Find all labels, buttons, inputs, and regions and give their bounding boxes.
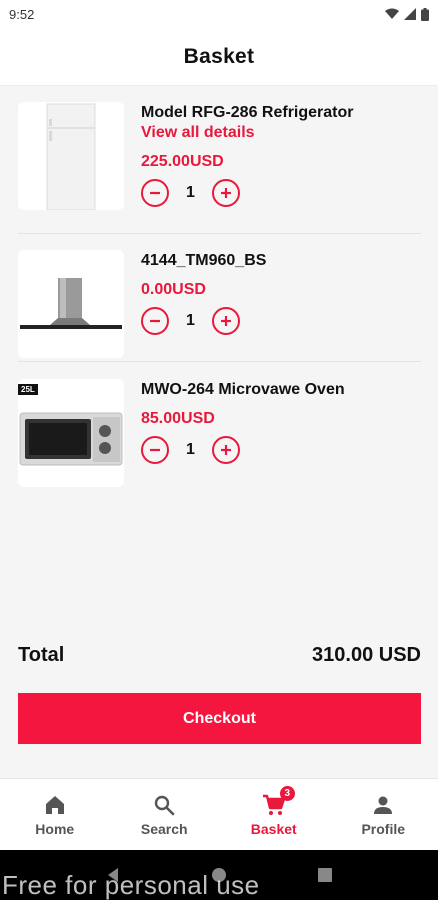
cooker-hood-image (20, 278, 122, 329)
item-name: 4144_TM960_BS (141, 252, 267, 269)
decrease-quantity-button[interactable] (141, 179, 169, 207)
nav-item-search[interactable]: Search (110, 779, 220, 850)
refrigerator-image (46, 103, 96, 210)
item-info: MWO-264 Microvawe Oven 85.00USD 1 (141, 379, 345, 507)
cart-icon-wrapper: 3 (262, 785, 295, 817)
increase-quantity-button[interactable] (212, 179, 240, 207)
product-image-microwave[interactable]: 25L (18, 379, 124, 487)
item-price: 85.00USD (141, 410, 215, 427)
increase-quantity-button[interactable] (212, 307, 240, 335)
item-info: 4144_TM960_BS 0.00USD 1 (141, 250, 266, 378)
quantity-stepper: 1 (141, 307, 266, 335)
item-price: 0.00USD (141, 281, 206, 298)
microwave-image (19, 412, 123, 466)
minus-icon (150, 448, 160, 452)
minus-icon (150, 319, 160, 323)
total-row: Total 310.00 USD (18, 641, 421, 669)
item-info: Model RFG-286 Refrigerator View all deta… (141, 102, 353, 230)
item-price: 225.00USD (141, 153, 224, 170)
total-value: 310.00 USD (312, 643, 421, 666)
plus-icon (221, 445, 231, 455)
basket-count-badge: 3 (279, 785, 295, 801)
watermark-text: Free for personal use (2, 870, 260, 900)
basket-item: 25L MWO-264 Microvawe Oven 85.00USD 1 (18, 379, 421, 507)
home-icon (45, 795, 64, 814)
bottom-nav: Home Search 3 Basket Profile (0, 778, 438, 850)
item-divider (18, 361, 421, 362)
nav-label-search: Search (140, 820, 188, 837)
quantity-stepper: 1 (141, 436, 345, 464)
quantity-value: 1 (186, 184, 195, 201)
basket-item: 4144_TM960_BS 0.00USD 1 (18, 250, 421, 378)
nav-item-basket[interactable]: 3 Basket (219, 779, 329, 850)
status-bar: 9:52 (0, 0, 438, 28)
plus-icon (221, 188, 231, 198)
view-details-link[interactable]: View all details (141, 123, 353, 143)
nav-label-basket: Basket (250, 820, 297, 837)
decrease-quantity-button[interactable] (141, 307, 169, 335)
item-divider (18, 233, 421, 234)
nav-item-profile[interactable]: Profile (329, 779, 438, 850)
battery-icon (421, 7, 429, 21)
decrease-quantity-button[interactable] (141, 436, 169, 464)
plus-icon (221, 316, 231, 326)
increase-quantity-button[interactable] (212, 436, 240, 464)
wifi-icon (385, 8, 399, 19)
quantity-value: 1 (186, 312, 195, 329)
recents-icon[interactable] (317, 867, 333, 883)
nav-label-home: Home (35, 820, 75, 837)
nav-item-home[interactable]: Home (0, 779, 110, 850)
product-image-refrigerator[interactable] (18, 102, 124, 210)
app-header: Basket (0, 28, 438, 86)
capacity-badge: 25L (18, 384, 38, 395)
product-image-hood[interactable] (18, 250, 124, 358)
status-time: 9:52 (9, 6, 35, 22)
basket-screen: 9:52 Basket Model RFG-286 Refrigerator V… (0, 0, 438, 900)
search-icon (155, 795, 175, 815)
quantity-value: 1 (186, 441, 195, 458)
total-label: Total (18, 643, 65, 666)
quantity-stepper: 1 (141, 179, 353, 207)
basket-item: Model RFG-286 Refrigerator View all deta… (18, 102, 421, 230)
signal-icon (404, 8, 416, 20)
checkout-button[interactable]: Checkout (18, 693, 421, 744)
status-icons (385, 7, 429, 21)
nav-label-profile: Profile (361, 820, 406, 837)
minus-icon (150, 191, 160, 195)
page-title: Basket (183, 44, 255, 68)
item-name: MWO-264 Microvawe Oven (141, 381, 345, 398)
person-icon (374, 796, 393, 814)
item-name: Model RFG-286 Refrigerator (141, 104, 354, 121)
